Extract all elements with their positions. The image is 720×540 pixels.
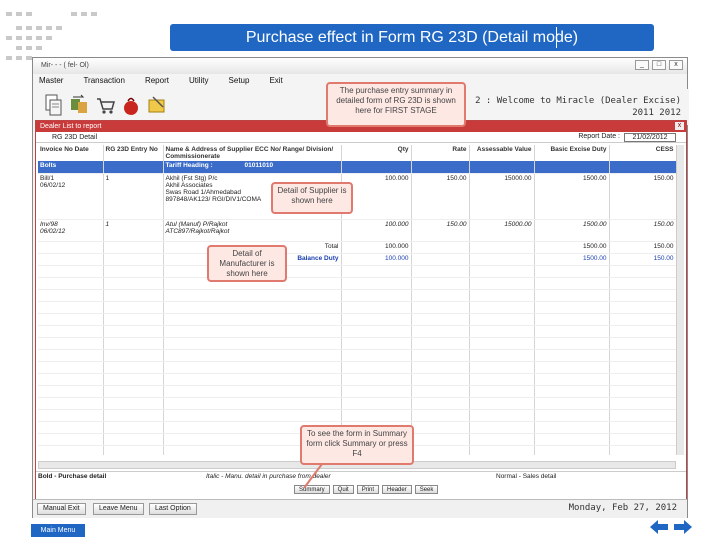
folder-icon[interactable]	[147, 93, 167, 117]
welcome-line: 2 : Welcome to Miracle (Dealer Excise)	[475, 96, 681, 106]
callout-arrow	[303, 463, 323, 489]
col-rate: Rate	[411, 145, 470, 161]
total-cess: 150.00	[609, 241, 676, 254]
bag-icon[interactable]	[121, 93, 141, 117]
minimize-button[interactable]: _	[635, 60, 649, 70]
legend-bold: Bold - Purchase detail	[38, 473, 107, 480]
col-cess: CESS	[609, 145, 676, 161]
menu-master[interactable]: Master	[39, 74, 63, 87]
report-subtitle: RG 23D Detail	[52, 133, 98, 141]
manufacturer-line: Atul (Manuf) P/Rajkot	[165, 220, 228, 228]
window-title: Mir- - - ( fel- Ol)	[41, 62, 89, 69]
manufacturer-line: ATC897/Rajkot/Rajkot	[165, 227, 230, 235]
col-invoice: Invoice No Date	[38, 145, 104, 161]
entry-no: 1	[103, 219, 164, 242]
leave-menu-button[interactable]: Leave Menu	[93, 503, 144, 515]
slide-title-banner: Purchase effect in Form RG 23D (Detail m…	[170, 24, 654, 51]
close-button[interactable]: x	[669, 60, 683, 70]
header-button[interactable]: Header	[382, 485, 412, 494]
quit-button[interactable]: Quit	[332, 485, 354, 494]
assessable-cell: 15000.00	[469, 173, 535, 220]
total-basic-duty: 1500.00	[534, 241, 610, 254]
menu-utility[interactable]: Utility	[189, 74, 209, 87]
menu-transaction[interactable]: Transaction	[83, 74, 125, 87]
report-window-title: Dealer List to report	[40, 123, 102, 130]
window-titlebar: Mir- - - ( fel- Ol) _ □ x	[33, 58, 687, 74]
balance-cess: 150.00	[609, 253, 676, 266]
col-assessable: Assessable Value	[469, 145, 535, 161]
invoice-no: Inv/98	[40, 220, 58, 228]
balance-qty: 100.000	[341, 253, 412, 266]
print-button[interactable]: Print	[356, 485, 380, 494]
qty-cell: 100.000	[341, 219, 412, 242]
table-row[interactable]: Bill/1 06/02/12 1 Akhil (Fst Stg) P/c Akh…	[38, 173, 676, 220]
report-close-button[interactable]: x	[675, 122, 684, 130]
manual-exit-button[interactable]: Manual Exit	[37, 503, 86, 515]
balance-row: Balance Duty 100.000 1500.00 150.00	[38, 253, 676, 266]
col-entry: RG 23D Entry No	[103, 145, 164, 161]
financial-year: 2011 2012	[632, 108, 681, 118]
callout-summary: To see the form in Summary form click Su…	[300, 425, 414, 465]
invoice-date: 06/02/12	[40, 227, 66, 235]
col-basic-duty: Basic Excise Duty	[534, 145, 610, 161]
rate-cell: 150.00	[411, 219, 470, 242]
menu-exit[interactable]: Exit	[269, 74, 282, 87]
invoice-date: 06/02/12	[40, 181, 66, 189]
total-row: Total 100.000 1500.00 150.00	[38, 241, 676, 254]
assessable-cell: 15000.00	[469, 219, 535, 242]
vertical-scrollbar[interactable]	[676, 145, 684, 455]
window-controls: _ □ x	[635, 60, 683, 70]
report-grid: Invoice No Date RG 23D Entry No Name & A…	[38, 145, 676, 455]
previous-slide-icon[interactable]	[648, 519, 668, 535]
basic-duty-cell: 1500.00	[534, 173, 610, 220]
item-name: Bolts	[38, 161, 104, 174]
callout-supplier: Detail of Supplier is shown here	[271, 182, 353, 214]
transfer-icon[interactable]	[69, 93, 89, 117]
cart-icon[interactable]	[95, 93, 115, 117]
basic-duty-cell: 1500.00	[534, 219, 610, 242]
tariff-label: Tariff Heading :	[165, 162, 213, 169]
cess-cell: 150.00	[609, 173, 676, 220]
report-date-label: Report Date :	[578, 133, 620, 140]
tariff-code: 01011010	[244, 162, 274, 169]
text-caret	[556, 27, 557, 48]
col-supplier: Name & Address of Supplier ECC No/ Range…	[163, 145, 342, 161]
seek-button[interactable]: Seek	[414, 485, 439, 494]
callout-manufacturer: Detail of Manufacturer is shown here	[207, 245, 287, 282]
balance-basic-duty: 1500.00	[534, 253, 610, 266]
system-date: Monday, Feb 27, 2012	[568, 503, 677, 513]
main-menu-button[interactable]: Main Menu	[31, 524, 85, 537]
menu-setup[interactable]: Setup	[229, 74, 250, 87]
callout-first-stage: The purchase entry summary in detailed f…	[326, 82, 466, 127]
invoice-no: Bill/1	[40, 174, 55, 182]
legend-normal: Normal - Sales detail	[496, 473, 557, 480]
cess-cell: 150.00	[609, 219, 676, 242]
item-highlight-row[interactable]: Bolts Tariff Heading : 01011010	[38, 161, 676, 174]
slide-title: Purchase effect in Form RG 23D (Detail m…	[245, 28, 579, 46]
supplier-line: Akhil (Fst Stg) P/c	[165, 174, 218, 182]
rate-cell: 150.00	[411, 173, 470, 220]
table-row[interactable]: Inv/98 06/02/12 1 Atul (Manuf) P/Rajkot A…	[38, 219, 676, 242]
legend-status-row: Bold - Purchase detail Italic - Manu. de…	[36, 471, 686, 480]
report-date-field[interactable]: 21/02/2012	[624, 133, 676, 142]
menu-report[interactable]: Report	[145, 74, 169, 87]
maximize-button[interactable]: □	[652, 60, 666, 70]
last-option-button[interactable]: Last Option	[149, 503, 197, 515]
welcome-banner: 2 : Welcome to Miracle (Dealer Excise) 2…	[475, 95, 681, 119]
document-icon[interactable]	[43, 93, 63, 117]
next-slide-icon[interactable]	[672, 519, 692, 535]
report-subheader: RG 23D Detail Report Date : 21/02/2012	[36, 132, 686, 143]
col-qty: Qty	[341, 145, 412, 161]
total-qty: 100.000	[341, 241, 412, 254]
grid-header-row: Invoice No Date RG 23D Entry No Name & A…	[38, 145, 676, 161]
entry-no: 1	[103, 173, 164, 220]
bottom-bar: Manual Exit Leave Menu Last Option Monda…	[33, 499, 687, 518]
